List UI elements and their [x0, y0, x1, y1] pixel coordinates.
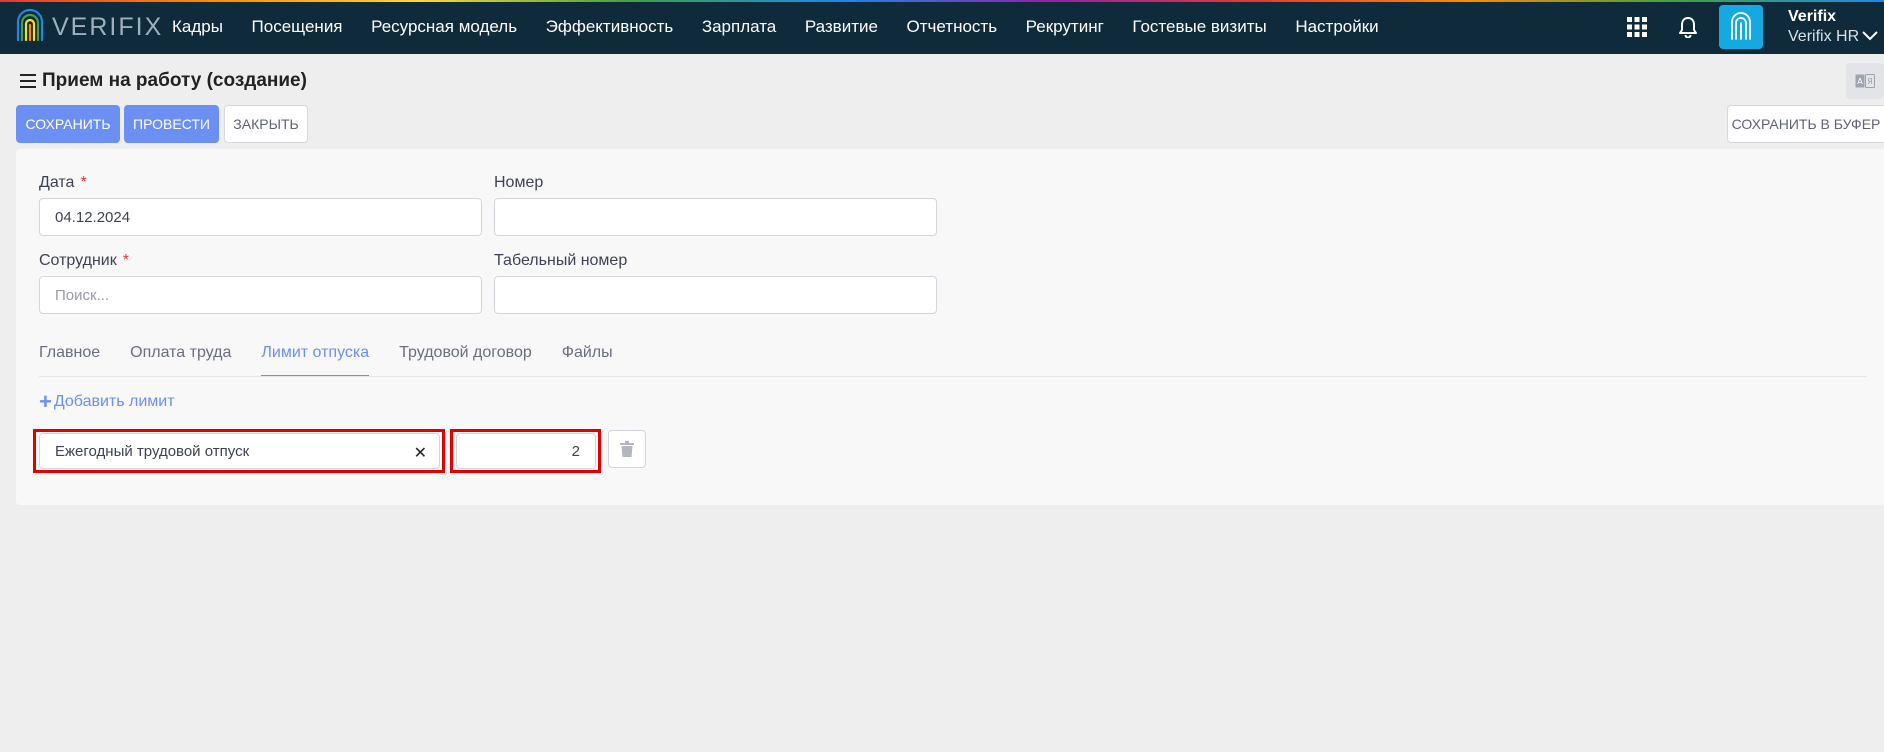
- nav-item[interactable]: Зарплата: [702, 17, 776, 37]
- save-button[interactable]: СОХРАНИТЬ: [16, 105, 120, 143]
- translate-icon[interactable]: A Я: [1846, 63, 1884, 99]
- date-label: Дата *: [39, 174, 87, 191]
- nav-item[interactable]: Гостевые визиты: [1132, 17, 1266, 37]
- employee-label: Сотрудник *: [39, 252, 129, 269]
- fingerprint-logo-icon: [16, 8, 44, 42]
- page-header: Прием на работу (создание): [20, 68, 307, 94]
- nav-item[interactable]: Отчетность: [907, 17, 998, 37]
- close-button[interactable]: ЗАКРЫТЬ: [224, 105, 308, 143]
- tab-1[interactable]: Оплата труда: [130, 332, 231, 377]
- user-name: Verifix: [1788, 8, 1837, 25]
- vacation-type-select[interactable]: Ежегодный трудовой отпуск ✕: [39, 433, 440, 469]
- nav-item[interactable]: Настройки: [1295, 17, 1378, 37]
- nav-item[interactable]: Эффективность: [546, 17, 674, 37]
- tab-2[interactable]: Лимит отпуска: [261, 332, 370, 377]
- nav-item[interactable]: Кадры: [172, 17, 223, 37]
- user-menu[interactable]: Verifix Verifix HR: [1788, 8, 1859, 46]
- page-title: Прием на работу (создание): [42, 70, 307, 91]
- nav-item[interactable]: Рекрутинг: [1026, 17, 1104, 37]
- nav-item[interactable]: Ресурсная модель: [371, 17, 517, 37]
- nav-item[interactable]: Развитие: [805, 17, 878, 37]
- user-company: Verifix HR: [1788, 28, 1860, 45]
- required-mark: *: [80, 174, 87, 191]
- chevron-down-icon[interactable]: [1862, 28, 1878, 46]
- tab-number-label: Табельный номер: [494, 252, 628, 269]
- tab-4[interactable]: Файлы: [562, 332, 613, 377]
- fingerprint-icon: [1731, 12, 1751, 40]
- main-menu: Кадры Посещения Ресурсная модель Эффективно…: [172, 0, 1407, 54]
- plus-icon: +: [39, 389, 52, 414]
- add-limit-button[interactable]: + Добавить лимит: [39, 389, 175, 414]
- post-button[interactable]: ПРОВЕСТИ: [124, 105, 219, 143]
- save-to-buffer-button[interactable]: СОХРАНИТЬ В БУФЕР: [1727, 105, 1884, 143]
- employee-search-input[interactable]: Поиск...: [39, 276, 482, 314]
- hamburger-icon[interactable]: [20, 74, 36, 88]
- trash-icon: [620, 441, 634, 457]
- bell-icon[interactable]: [1675, 14, 1701, 40]
- avatar[interactable]: [1719, 5, 1763, 49]
- svg-text:A: A: [1857, 77, 1863, 86]
- tabs-divider: [39, 376, 1867, 377]
- delete-limit-button[interactable]: [608, 430, 646, 468]
- app-logo[interactable]: VERIFIX: [14, 6, 163, 48]
- vacation-type-value: Ежегодный трудовой отпуск: [55, 442, 250, 460]
- add-limit-label: Добавить лимит: [53, 393, 175, 410]
- number-field[interactable]: [494, 198, 937, 236]
- top-navbar: VERIFIX Кадры Посещения Ресурсная модель Эф…: [0, 0, 1884, 54]
- nav-item[interactable]: Посещения: [252, 17, 343, 37]
- required-mark: *: [122, 252, 129, 269]
- grid-icon[interactable]: [1624, 14, 1650, 40]
- clear-icon[interactable]: ✕: [414, 443, 427, 463]
- number-label: Номер: [494, 174, 544, 191]
- tab-3[interactable]: Трудовой договор: [399, 332, 532, 377]
- logo-text: VERIFIX: [52, 12, 164, 41]
- tab-0[interactable]: Главное: [39, 332, 100, 377]
- vacation-days-input[interactable]: 2: [456, 433, 596, 469]
- form-tabs: Главное Оплата труда Лимит отпуска Трудовой…: [39, 332, 643, 377]
- date-field[interactable]: 04.12.2024: [39, 198, 482, 236]
- tab-number-field[interactable]: [494, 276, 937, 314]
- svg-text:Я: Я: [1867, 77, 1873, 86]
